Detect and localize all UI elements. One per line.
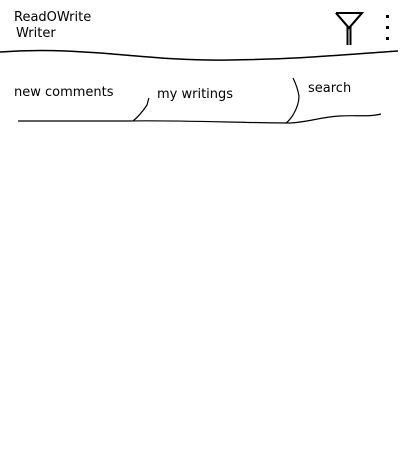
app-title: ReadOWrite Writer: [14, 10, 91, 42]
tab-separator-2: [285, 77, 300, 124]
app-title-line2: Writer: [16, 26, 56, 41]
more-menu-button[interactable]: [381, 14, 395, 44]
filter-button[interactable]: [333, 11, 365, 47]
tab-search[interactable]: search: [308, 81, 351, 97]
more-vertical-icon: [386, 15, 389, 40]
tab-bar-underline: [18, 113, 382, 124]
header-divider: [0, 49, 399, 61]
tab-my-writings[interactable]: my writings: [157, 87, 233, 103]
app-title-line1: ReadOWrite: [14, 10, 92, 25]
filter-icon: [335, 12, 365, 45]
tab-separator-1: [132, 97, 150, 122]
sketch-lines: [0, 49, 399, 124]
tab-new-comments[interactable]: new comments: [14, 85, 114, 101]
